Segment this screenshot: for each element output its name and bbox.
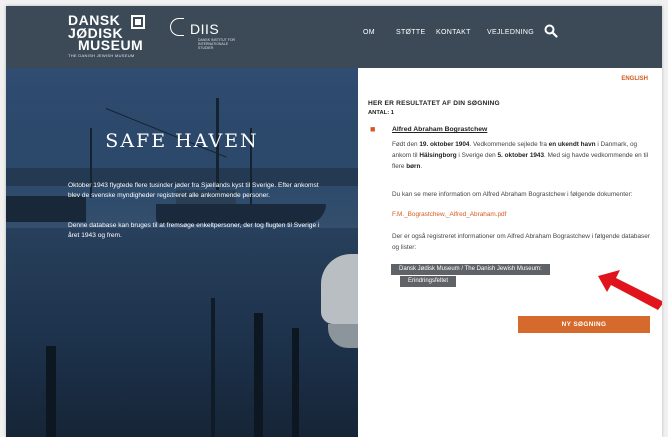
result-bullet-icon: ■ [370, 124, 376, 134]
bio-birth-date: 19. oktober 1904 [419, 141, 470, 148]
bio-arrival-date: 5. oktober 1943 [497, 152, 545, 159]
result-count: ANTAL: 1 [368, 110, 394, 116]
diis-logo-name: DIIS [190, 21, 220, 37]
documents-intro: Du kan se mere information om Alfred Abr… [392, 191, 633, 198]
databases-intro: Der er også registreret informationer om… [392, 233, 650, 251]
hero-database-text: Denne database kan bruges til at fremsøg… [68, 222, 320, 239]
results-panel: ENGLISH HER ER RESULTATET AF DIN SØGNING… [358, 68, 662, 437]
hero-title: SAFE HAVEN [105, 130, 259, 152]
diis-logo-mark [170, 18, 184, 36]
mooring-post [254, 313, 263, 437]
nav-item-vejledning[interactable]: VEJLEDNING [487, 29, 534, 36]
mooring-post [46, 346, 56, 437]
hero-water [6, 228, 358, 437]
logo-subtitle: THE DANISH JEWISH MUSEUM [68, 52, 135, 58]
nav-item-stotte[interactable]: STØTTE [396, 29, 425, 36]
white-boat [321, 254, 358, 324]
bio-text: . Vedkommende sejlede fra [469, 141, 549, 148]
red-arrow-icon [598, 270, 662, 310]
site-header: DANSK JØDISK MUSEUM THE DANISH JEWISH MU… [6, 6, 662, 68]
nav-item-om[interactable]: OM [363, 29, 375, 36]
mooring-post [211, 298, 215, 437]
new-search-button[interactable]: NY SØGNING [518, 316, 650, 333]
person-name-link[interactable]: Alfred Abraham Bograstchew [392, 126, 487, 133]
person-bio: Født den 19. oktober 1904. Vedkommende s… [392, 139, 650, 172]
bio-departure: en ukendt havn [548, 141, 596, 148]
result-heading: HER ER RESULTATET AF DIN SØGNING [368, 100, 500, 107]
browser-frame: DANSK JØDISK MUSEUM THE DANISH JEWISH MU… [6, 6, 662, 437]
diis-logo-subtitle: DANSK INSTITUT FOR INTERNATIONALE STUDIE… [198, 38, 236, 51]
hero-sky [6, 68, 358, 178]
database-tag-erindringsfeltet[interactable]: Erindringsfeltet [400, 276, 457, 287]
document-link[interactable]: F.M._Bograstchew,_Alfred_Abraham.pdf [392, 211, 506, 218]
bio-arrival: Hälsingborg [419, 152, 457, 159]
bio-text: Født den [392, 141, 420, 148]
bio-text: . [420, 163, 423, 170]
hero-image: SAFE HAVEN Oktober 1943 flygtede flere t… [6, 68, 358, 437]
english-language-link[interactable]: ENGLISH [621, 76, 648, 82]
bio-text: i Sverige den [456, 152, 498, 159]
search-icon[interactable] [544, 24, 558, 38]
mooring-post [292, 328, 299, 437]
museum-logo-mark [131, 15, 145, 29]
database-tag-museum[interactable]: Dansk Jødisk Museum / The Danish Jewish … [391, 264, 550, 275]
hero-intro-text: Oktober 1943 flygtede flere tusinder jød… [68, 182, 319, 199]
bio-children: børn [406, 163, 421, 170]
nav-item-kontakt[interactable]: KONTAKT [436, 29, 471, 36]
logo-line-3: MUSEUM [78, 37, 144, 54]
